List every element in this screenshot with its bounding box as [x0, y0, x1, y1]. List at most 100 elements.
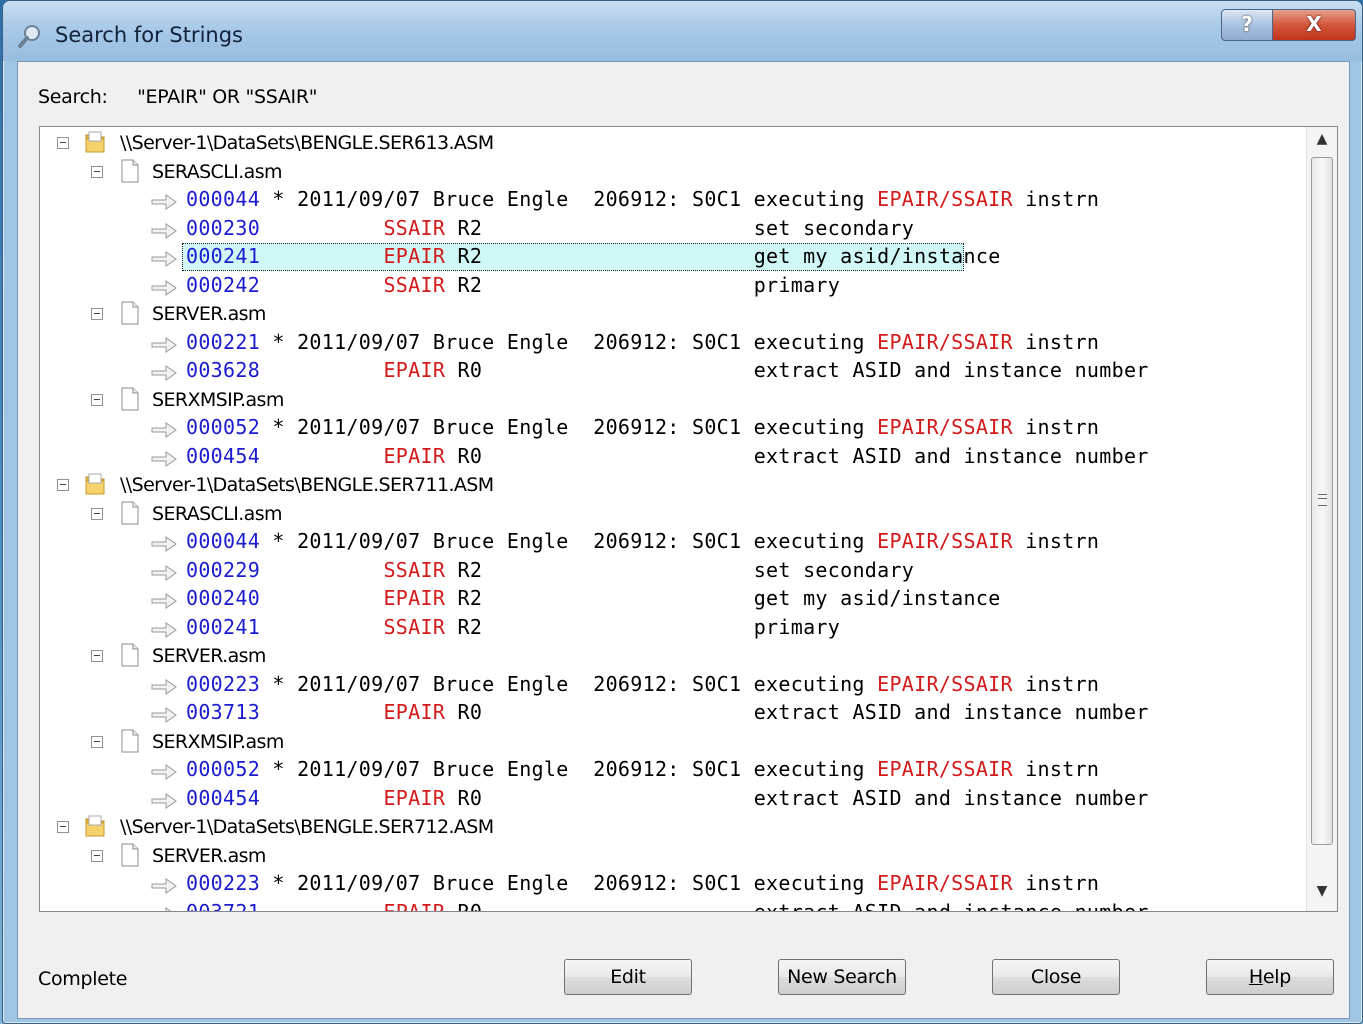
- status-text: Complete: [38, 968, 128, 990]
- match-line-row[interactable]: 000052 * 2011/09/07 Bruce Engle 206912: …: [40, 414, 1305, 442]
- line-text-prefix: * 2011/09/07 Bruce Engle 206912: S0C1 ex…: [260, 757, 878, 781]
- file-icon: [120, 643, 140, 667]
- line-text-prefix: [260, 786, 383, 810]
- match-arrow-icon: [150, 905, 178, 911]
- match-line-row[interactable]: 000223 * 2011/09/07 Bruce Engle 206912: …: [40, 671, 1305, 699]
- scroll-down-arrow-icon[interactable]: ▼: [1311, 883, 1333, 905]
- match-line-row[interactable]: 000454 EPAIR R0 extract ASID and instanc…: [40, 443, 1305, 471]
- new-search-button[interactable]: New Search: [778, 959, 906, 995]
- line-text-suffix: instrn: [1012, 757, 1100, 781]
- line-text-prefix: * 2011/09/07 Bruce Engle 206912: S0C1 ex…: [260, 329, 878, 354]
- match-line-row[interactable]: 000241 EPAIR R2 get my asid/instance: [40, 243, 1305, 271]
- collapse-toggle-icon[interactable]: [91, 165, 103, 178]
- results-tree[interactable]: \\Server-1\DataSets\BENGLE.SER613.ASM SER…: [39, 126, 1338, 912]
- match-line-row[interactable]: 000454 EPAIR R0 extract ASID and instanc…: [40, 785, 1305, 813]
- line-text-suffix: R2 get my asid/instance: [445, 586, 1001, 610]
- line-text-suffix: R0 extract ASID and instance number: [445, 443, 1149, 468]
- match-line-row[interactable]: 000223 * 2011/09/07 Bruce Engle 206912: …: [40, 870, 1305, 898]
- close-title-button[interactable]: X: [1272, 9, 1356, 41]
- match-line-text: 000052 * 2011/09/07 Bruce Engle 206912: …: [186, 757, 1099, 781]
- line-number: 000223: [186, 671, 261, 696]
- tree-node-dataset[interactable]: \\Server-1\DataSets\BENGLE.SER712.ASM: [40, 813, 1305, 841]
- collapse-toggle-icon[interactable]: [91, 650, 103, 662]
- scrollbar-thumb[interactable]: [1311, 157, 1333, 845]
- match-line-row[interactable]: 003713 EPAIR R0 extract ASID and instanc…: [40, 699, 1305, 727]
- results-tree-content: \\Server-1\DataSets\BENGLE.SER613.ASM SER…: [40, 127, 1305, 911]
- match-arrow-icon: [150, 591, 178, 611]
- line-number: 003721: [186, 900, 260, 912]
- line-text-prefix: [260, 900, 383, 912]
- line-text-prefix: [260, 444, 383, 468]
- line-text-suffix: R2 primary: [445, 614, 841, 639]
- tree-node-file[interactable]: SERVER.asm: [40, 300, 1305, 328]
- folder-icon: [84, 130, 106, 154]
- match-line-text: 003713 EPAIR R0 extract ASID and instanc…: [186, 700, 1149, 724]
- match-line-row[interactable]: 000230 SSAIR R2 set secondary: [40, 215, 1305, 243]
- match-line-row[interactable]: 000229 SSAIR R2 set secondary: [40, 557, 1305, 585]
- match-line-row[interactable]: 000044 * 2011/09/07 Bruce Engle 206912: …: [40, 528, 1305, 556]
- tree-node-file[interactable]: SERVER.asm: [40, 842, 1305, 870]
- tree-node-dataset[interactable]: \\Server-1\DataSets\BENGLE.SER711.ASM: [40, 471, 1305, 499]
- line-text-prefix: * 2011/09/07 Bruce Engle 206912: S0C1 ex…: [260, 671, 878, 696]
- collapse-toggle-icon[interactable]: [57, 821, 69, 833]
- scroll-up-arrow-icon[interactable]: ▲: [1311, 131, 1333, 153]
- collapse-toggle-icon[interactable]: [57, 137, 69, 149]
- line-text-prefix: * 2011/09/07 Bruce Engle 206912: S0C1 ex…: [260, 529, 878, 553]
- file-icon: [120, 387, 140, 411]
- window-title: Search for Strings: [55, 23, 243, 47]
- collapse-toggle-icon[interactable]: [91, 308, 103, 320]
- file-icon: [120, 159, 140, 183]
- match-line-row[interactable]: 000221 * 2011/09/07 Bruce Engle 206912: …: [40, 329, 1305, 357]
- search-query-label: Search: "EPAIR" OR "SSAIR": [38, 86, 318, 108]
- line-text-suffix: instrn: [1012, 671, 1100, 696]
- match-arrow-icon: [150, 192, 178, 212]
- match-arrow-icon: [150, 363, 178, 383]
- match-line-row[interactable]: 000044 * 2011/09/07 Bruce Engle 206912: …: [40, 186, 1305, 214]
- line-number: 000454: [186, 785, 261, 810]
- file-name: SERVER.asm: [152, 844, 266, 867]
- tree-node-dataset[interactable]: \\Server-1\DataSets\BENGLE.SER613.ASM: [40, 129, 1305, 157]
- line-text-suffix: R2 primary: [445, 272, 841, 297]
- match-keyword: EPAIR: [383, 443, 446, 468]
- close-button[interactable]: Close: [992, 959, 1120, 995]
- tree-node-file[interactable]: SERASCLI.asm: [40, 500, 1305, 528]
- collapse-toggle-icon[interactable]: [91, 849, 103, 862]
- match-line-row[interactable]: 000241 SSAIR R2 primary: [40, 614, 1305, 642]
- edit-button[interactable]: Edit: [564, 959, 692, 995]
- line-text-suffix: instrn: [1012, 415, 1100, 439]
- tree-node-file[interactable]: SERXMSIP.asm: [40, 728, 1305, 756]
- match-line-row[interactable]: 003628 EPAIR R0 extract ASID and instanc…: [40, 357, 1305, 385]
- title-bar[interactable]: Search for Strings ? X: [3, 1, 1362, 61]
- vertical-scrollbar[interactable]: ▲ ▼: [1306, 127, 1337, 911]
- line-text-prefix: [260, 558, 383, 582]
- match-keyword: EPAIR/SSAIR: [877, 415, 1013, 439]
- help-title-button[interactable]: ?: [1221, 9, 1273, 41]
- tree-node-file[interactable]: SERVER.asm: [40, 642, 1305, 670]
- match-keyword: EPAIR/SSAIR: [877, 671, 1013, 696]
- match-keyword: EPAIR: [383, 244, 446, 268]
- line-text-prefix: [260, 273, 383, 297]
- file-icon: [120, 729, 140, 753]
- match-line-row[interactable]: 000240 EPAIR R2 get my asid/instance: [40, 585, 1305, 613]
- line-text-prefix: * 2011/09/07 Bruce Engle 206912: S0C1 ex…: [260, 187, 878, 211]
- collapse-toggle-icon[interactable]: [91, 735, 103, 748]
- match-line-text: 000223 * 2011/09/07 Bruce Engle 206912: …: [186, 871, 1099, 895]
- tree-node-file[interactable]: SERXMSIP.asm: [40, 386, 1305, 414]
- collapse-toggle-icon[interactable]: [91, 393, 103, 406]
- dataset-path: \\Server-1\DataSets\BENGLE.SER613.ASM: [120, 132, 494, 154]
- collapse-toggle-icon[interactable]: [57, 479, 69, 491]
- line-text-suffix: R0 extract ASID and instance number: [445, 785, 1149, 810]
- match-line-row[interactable]: 000052 * 2011/09/07 Bruce Engle 206912: …: [40, 756, 1305, 784]
- collapse-toggle-icon[interactable]: [91, 507, 103, 520]
- match-keyword: SSAIR: [383, 614, 446, 639]
- match-line-row[interactable]: 003721 EPAIR R0 extract ASID and instanc…: [40, 899, 1305, 912]
- match-arrow-icon: [150, 791, 178, 811]
- line-number: 003628: [186, 358, 261, 382]
- help-button[interactable]: Help: [1206, 959, 1334, 995]
- match-line-row[interactable]: 000242 SSAIR R2 primary: [40, 272, 1305, 300]
- line-text-prefix: [260, 586, 383, 610]
- match-arrow-icon: [150, 449, 178, 469]
- match-line-text: 000241 EPAIR R2 get my asid/instance: [186, 244, 1001, 268]
- tree-node-file[interactable]: SERASCLI.asm: [40, 158, 1305, 186]
- match-keyword: EPAIR: [383, 785, 446, 810]
